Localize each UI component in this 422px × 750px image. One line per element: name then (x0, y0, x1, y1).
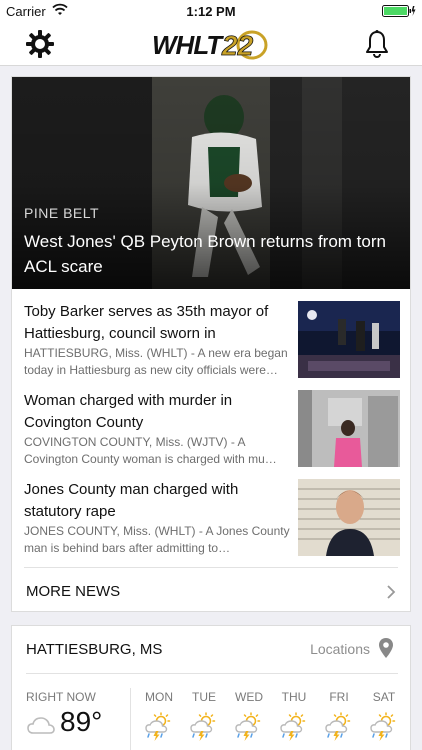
forecast-day-1[interactable]: TUE (184, 690, 224, 742)
forecast-day-3[interactable]: THU (274, 690, 314, 742)
thunderstorm-icon (370, 712, 396, 741)
forecast-day-name: FRI (329, 690, 349, 704)
forecast-day-name: TUE (192, 690, 216, 704)
locations-button[interactable]: Locations (310, 641, 370, 657)
more-news-link[interactable]: MORE NEWS (24, 567, 398, 613)
story-title[interactable]: Jones County man charged with statutory … (24, 479, 292, 523)
battery-icon (382, 5, 416, 17)
location-pin-icon[interactable] (378, 637, 394, 659)
forecast-day-5[interactable]: SAT (364, 690, 404, 742)
forecast-day-name: THU (281, 690, 307, 704)
story-title[interactable]: Toby Barker serves as 35th mayor of Hatt… (24, 301, 292, 345)
status-bar: Carrier 1:12 PM (0, 0, 422, 22)
divider (26, 673, 398, 674)
right-now-label: RIGHT NOW (26, 690, 96, 704)
story-summary: JONES COUNTY, Miss. (WHLT) - A Jones Cou… (24, 524, 290, 555)
story-thumbnail[interactable] (298, 301, 400, 378)
forecast-day-4[interactable]: FRI (319, 690, 359, 742)
thunderstorm-icon (280, 712, 306, 741)
hero-section-label: PINE BELT (24, 205, 100, 221)
thunderstorm-icon (190, 712, 216, 741)
forecast-day-2[interactable]: WED (229, 690, 269, 742)
hero-headline[interactable]: West Jones' QB Peyton Brown returns from… (24, 229, 404, 279)
hero-story[interactable]: PINE BELT West Jones' QB Peyton Brown re… (12, 77, 410, 289)
story-summary: HATTIESBURG, Miss. (WHLT) - A new era be… (24, 346, 288, 377)
forecast-day-name: SAT (372, 690, 396, 704)
divider (130, 688, 131, 750)
news-card: PINE BELT West Jones' QB Peyton Brown re… (11, 76, 411, 612)
story-item[interactable]: Jones County man charged with statutory … (12, 479, 410, 567)
forecast-day-0[interactable]: MON (139, 690, 179, 742)
forecast-day-name: MON (145, 690, 173, 704)
story-item[interactable]: Woman charged with murder in Covington C… (12, 390, 410, 478)
current-temperature: 89° (60, 706, 103, 737)
thunderstorm-icon (145, 712, 171, 741)
weather-location: HATTIESBURG, MS (26, 641, 163, 658)
weather-card: HATTIESBURG, MS Locations RIGHT NOW 89° … (11, 625, 411, 750)
station-logo: WHLT 22 (152, 28, 270, 61)
cloud-icon (27, 717, 55, 734)
story-thumbnail[interactable] (298, 390, 400, 467)
svg-text:22: 22 (221, 30, 254, 60)
story-summary: COVINGTON COUNTY, Miss. (WJTV) - A Covin… (24, 435, 277, 466)
bell-icon[interactable] (364, 29, 390, 59)
chevron-right-icon (387, 585, 396, 599)
svg-text:WHLT: WHLT (152, 30, 224, 60)
thunderstorm-icon (325, 712, 351, 741)
clock: 1:12 PM (186, 4, 236, 19)
story-item[interactable]: Toby Barker serves as 35th mayor of Hatt… (12, 301, 410, 389)
story-title[interactable]: Woman charged with murder in Covington C… (24, 390, 292, 434)
gear-icon[interactable] (24, 28, 56, 60)
more-news-label[interactable]: MORE NEWS (26, 583, 120, 600)
app-header: WHLT 22 (0, 22, 422, 66)
story-thumbnail[interactable] (298, 479, 400, 556)
forecast-day-name: WED (235, 690, 263, 704)
thunderstorm-icon (235, 712, 261, 741)
